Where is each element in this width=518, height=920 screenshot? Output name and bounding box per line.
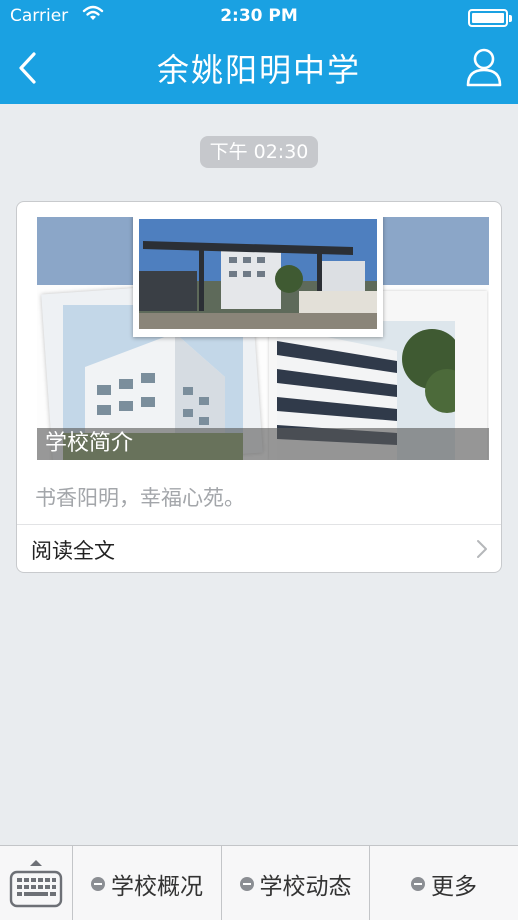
menu-item-more[interactable]: 更多 bbox=[370, 846, 518, 920]
school-gate-photo bbox=[139, 219, 377, 329]
menu-dot-icon bbox=[411, 876, 425, 891]
menu-item-school-news[interactable]: 学校动态 bbox=[222, 846, 370, 920]
user-button[interactable] bbox=[464, 46, 504, 88]
read-more-row[interactable]: 阅读全文 bbox=[17, 525, 501, 572]
news-card[interactable]: 学校简介 书香阳明，幸福心苑。 阅读全文 bbox=[16, 201, 502, 573]
keyboard-icon bbox=[9, 860, 63, 908]
card-summary: 书香阳明，幸福心苑。 bbox=[35, 486, 245, 510]
user-icon bbox=[466, 48, 502, 87]
menu-item-school-overview[interactable]: 学校概况 bbox=[73, 846, 222, 920]
menu-item-label: 学校动态 bbox=[259, 873, 352, 900]
menu-item-label: 更多 bbox=[431, 873, 477, 900]
menu-dot-icon bbox=[91, 876, 105, 891]
status-bar: Carrier 2:30 PM bbox=[0, 0, 518, 36]
battery-icon bbox=[468, 9, 512, 27]
page-title: 余姚阳明中学 bbox=[156, 51, 361, 89]
menu-dot-icon bbox=[239, 876, 254, 891]
card-caption: 学校简介 bbox=[37, 428, 489, 460]
message-timestamp: 下午 02:30 bbox=[200, 136, 318, 168]
menu-item-label: 学校概况 bbox=[111, 873, 203, 900]
bottom-menu-bar: 学校概况 学校动态 更多 bbox=[0, 845, 518, 920]
keyboard-toggle-button[interactable] bbox=[0, 846, 73, 920]
read-more-label: 阅读全文 bbox=[31, 539, 115, 563]
status-time: 2:30 PM bbox=[220, 6, 298, 26]
nav-bar: 余姚阳明中学 bbox=[0, 36, 518, 104]
chevron-right-icon bbox=[477, 540, 487, 558]
cover-image[interactable]: 学校简介 bbox=[37, 217, 489, 460]
top-bar: Carrier 2:30 PM 余姚阳明中学 bbox=[0, 0, 518, 104]
